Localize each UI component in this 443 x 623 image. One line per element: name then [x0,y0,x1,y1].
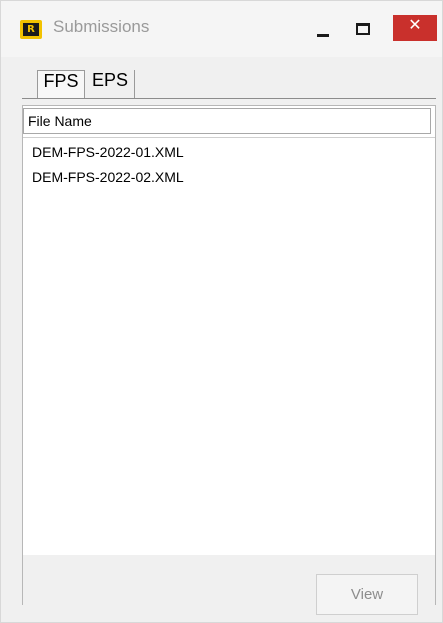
app-logo-icon: R [20,20,42,39]
maximize-button[interactable] [350,17,376,41]
window-title: Submissions [53,17,150,36]
tab-eps[interactable]: EPS [86,70,135,98]
minimize-button[interactable] [311,17,337,41]
close-button[interactable]: ✕ [393,15,437,41]
file-list-panel[interactable]: File Name DEM-FPS-2022-01.XML DEM-FPS-20… [22,105,436,603]
title-bar[interactable]: R Submissions ✕ [1,1,442,57]
minimize-icon [317,34,329,37]
list-item[interactable]: DEM-FPS-2022-01.XML [23,144,435,169]
column-header-file-name[interactable]: File Name [23,108,431,134]
submissions-window: R Submissions ✕ FPS EPS File Name DEM-FP… [0,0,443,623]
tab-fps[interactable]: FPS [37,70,85,98]
tab-divider [22,98,436,99]
list-item[interactable]: DEM-FPS-2022-02.XML [23,169,435,194]
close-icon: ✕ [408,15,422,34]
file-list: DEM-FPS-2022-01.XML DEM-FPS-2022-02.XML [23,144,435,194]
app-logo-letter: R [23,23,39,36]
maximize-icon [356,23,370,35]
view-button[interactable]: View [316,574,418,615]
list-header: File Name [23,106,435,138]
